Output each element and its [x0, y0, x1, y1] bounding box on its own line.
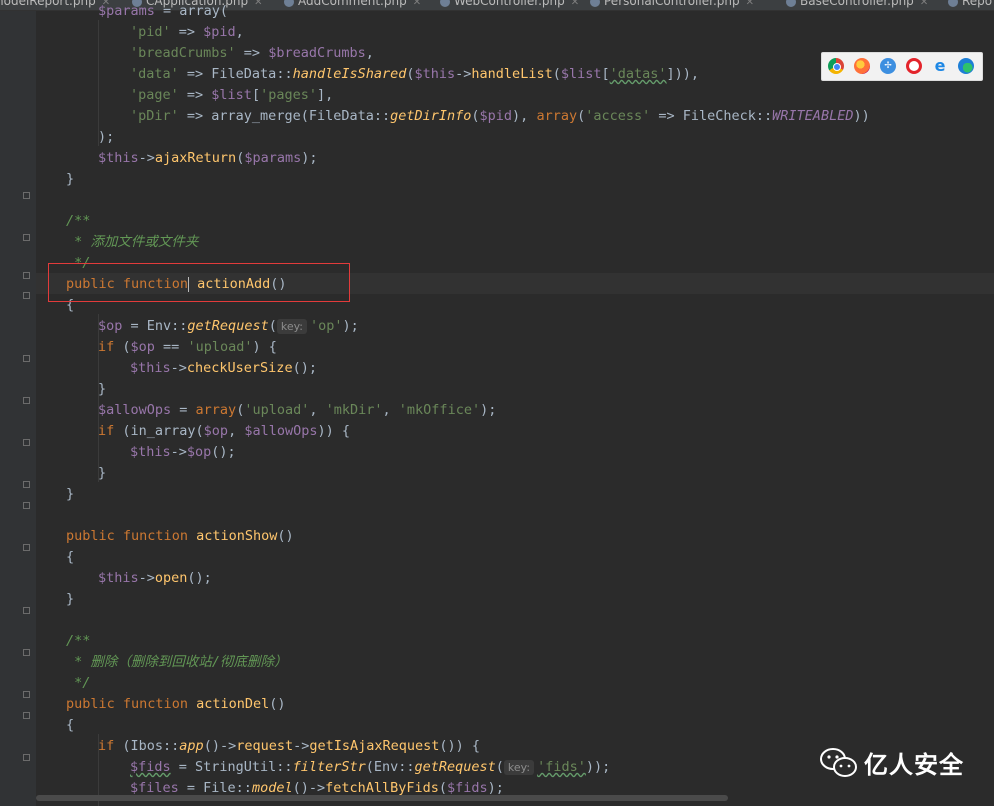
- php-file-icon: [284, 0, 294, 7]
- php-file-icon: [440, 0, 450, 7]
- close-icon[interactable]: ✕: [571, 0, 579, 8]
- close-icon[interactable]: ✕: [413, 0, 421, 8]
- fold-marker-icon[interactable]: [23, 607, 30, 614]
- php-file-icon: [590, 0, 600, 7]
- tab-label: BaseController.php: [800, 0, 914, 8]
- horizontal-scrollbar[interactable]: [36, 795, 728, 801]
- ie-icon[interactable]: e: [932, 58, 948, 74]
- annotation-highlight-box: [48, 263, 350, 302]
- code-line: public function actionShow(): [66, 528, 294, 544]
- code-line: }: [66, 486, 75, 502]
- code-line: */: [66, 675, 91, 691]
- watermark-text: 亿人安全: [864, 750, 964, 779]
- tab-base-controller[interactable]: BaseController.php ✕: [786, 0, 928, 10]
- code-line: );: [98, 129, 115, 145]
- code-line: if ($op == 'upload') {: [98, 339, 277, 355]
- tab-web-controller[interactable]: WebController.php ✕: [440, 0, 579, 10]
- code-line: 'pDir' => array_merge(FileData::getDirIn…: [130, 108, 870, 124]
- firefox-icon[interactable]: [854, 58, 870, 74]
- code-line: $allowOps = array('upload', 'mkDir', 'mk…: [98, 402, 497, 418]
- watermark: 亿人安全: [818, 743, 964, 781]
- code-line: }: [66, 171, 75, 187]
- edge-icon[interactable]: [958, 58, 974, 74]
- safari-icon[interactable]: ✢: [880, 58, 896, 74]
- fold-marker-icon[interactable]: [23, 397, 30, 404]
- code-line: 'breadCrumbs' => $breadCrumbs,: [130, 45, 374, 61]
- code-line: if (Ibos::app()->request->getIsAjaxReque…: [98, 738, 481, 754]
- code-line: if (in_array($op, $allowOps)) {: [98, 423, 350, 439]
- code-line: }: [66, 591, 75, 607]
- tab-label: nodelReport.php: [0, 0, 96, 8]
- code-line: $this->ajaxReturn($params);: [98, 150, 318, 166]
- code-line: 'data' => FileData::handleIsShared($this…: [130, 66, 700, 82]
- code-line: $params = array(: [98, 3, 229, 19]
- code-line: /**: [66, 633, 91, 649]
- code-line: /**: [66, 213, 91, 229]
- opera-icon[interactable]: [906, 58, 922, 74]
- php-file-icon: [786, 0, 796, 7]
- code-line: }: [98, 381, 107, 397]
- tab-label: Repo: [962, 0, 993, 8]
- tab-model-report[interactable]: nodelReport.php ✕: [0, 0, 110, 10]
- tab-label: PersonalController.php: [604, 0, 740, 8]
- code-line: {: [66, 717, 75, 733]
- fold-marker-icon[interactable]: [23, 481, 30, 488]
- fold-marker-icon[interactable]: [23, 502, 30, 509]
- close-icon[interactable]: ✕: [254, 0, 262, 8]
- code-line: $op = Env::getRequest(key:'op');: [98, 318, 359, 334]
- fold-marker-icon[interactable]: [23, 754, 30, 761]
- chrome-icon[interactable]: [828, 58, 844, 74]
- tab-repo[interactable]: Repo: [948, 0, 992, 10]
- browser-preview-bar: ✢ e: [821, 52, 983, 81]
- code-line: 'pid' => $pid,: [130, 24, 244, 40]
- tab-personal-controller[interactable]: PersonalController.php ✕: [590, 0, 754, 10]
- fold-marker-icon[interactable]: [23, 544, 30, 551]
- code-line: $this->open();: [98, 570, 212, 586]
- parameter-hint: key:: [276, 319, 308, 334]
- code-line: 'page' => $list['pages'],: [130, 87, 334, 103]
- code-line: $this->checkUserSize();: [130, 360, 317, 376]
- tab-label: AddComment.php: [298, 0, 407, 8]
- fold-marker-icon[interactable]: [23, 649, 30, 656]
- code-line: }: [98, 465, 107, 481]
- code-line: {: [66, 549, 75, 565]
- fold-marker-icon[interactable]: [23, 192, 30, 199]
- php-file-icon: [948, 0, 958, 7]
- tab-add-comment[interactable]: AddComment.php ✕: [284, 0, 421, 10]
- fold-marker-icon[interactable]: [23, 234, 30, 241]
- parameter-hint: key:: [503, 760, 535, 775]
- code-line: $this->$op();: [130, 444, 236, 460]
- fold-marker-icon[interactable]: [23, 691, 30, 698]
- code-line: $fids = StringUtil::filterStr(Env::getRe…: [130, 759, 611, 775]
- wechat-icon: [818, 743, 860, 781]
- code-line: * 删除（删除到回收站/彻底删除）: [66, 654, 288, 670]
- tab-label: WebController.php: [454, 0, 565, 8]
- editor-gutter[interactable]: [0, 11, 36, 806]
- close-icon[interactable]: ✕: [746, 0, 754, 8]
- fold-marker-icon[interactable]: [23, 355, 30, 362]
- fold-marker-icon[interactable]: [23, 292, 30, 299]
- close-icon[interactable]: ✕: [920, 0, 928, 8]
- code-line: * 添加文件或文件夹: [66, 234, 199, 250]
- code-line: public function actionDel(): [66, 696, 286, 712]
- fold-marker-icon[interactable]: [23, 712, 30, 719]
- fold-marker-icon[interactable]: [23, 439, 30, 446]
- fold-marker-icon[interactable]: [23, 272, 30, 279]
